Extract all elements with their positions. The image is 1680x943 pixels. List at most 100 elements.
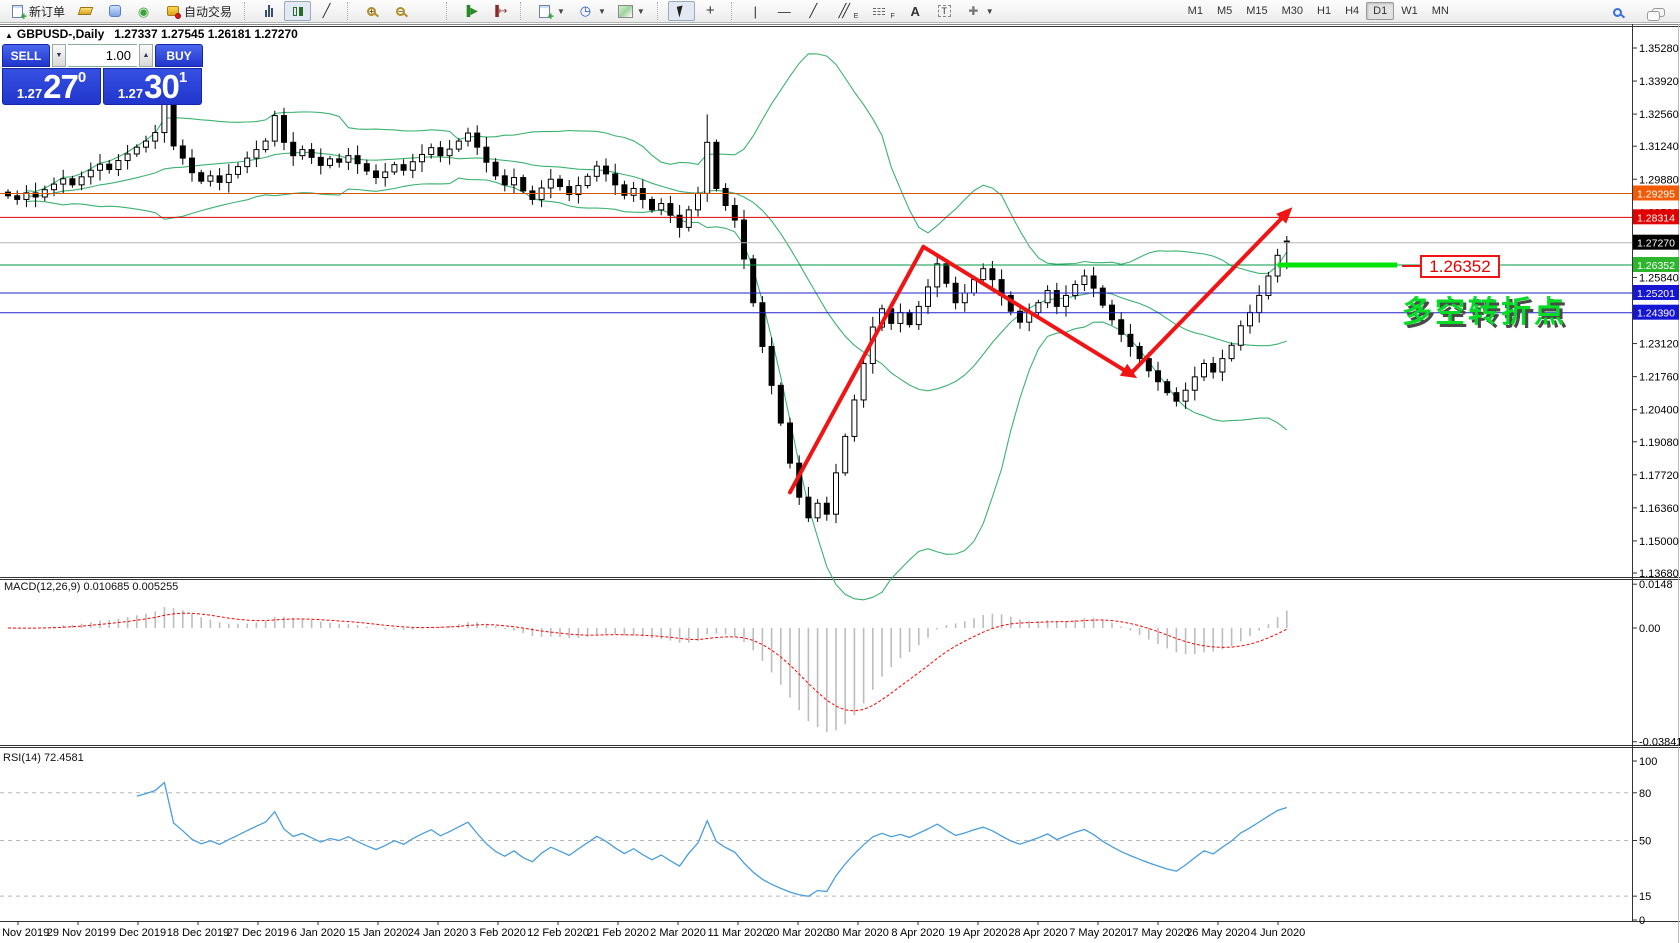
candlestick-chart-icon [289, 5, 306, 18]
mt4-window: + 新订单 ◉ 自动交易 ╱ + − ▐▶ ▐↦ +▼ [0, 0, 1680, 943]
svg-text:1.29880: 1.29880 [1639, 174, 1679, 186]
one-click-trade-panel: SELL ▼ ▲ BUY 1.27270 1.27301 [2, 44, 203, 105]
svg-text:1.25201: 1.25201 [1637, 288, 1675, 300]
svg-text:28 Apr 2020: 28 Apr 2020 [1008, 927, 1067, 939]
signal-button[interactable]: ◉ [130, 1, 157, 21]
zoom-in-button[interactable]: + [358, 1, 385, 21]
volume-decrease-button[interactable]: ▼ [52, 44, 66, 67]
arrows-icon: ✚ [965, 3, 982, 19]
bar-chart-icon [260, 5, 277, 17]
chevron-down-icon: ▼ [598, 7, 606, 16]
periods-button[interactable]: ◷▼ [572, 1, 611, 21]
timeframe-M5[interactable]: M5 [1210, 2, 1239, 20]
bid-sup: 0 [78, 71, 86, 85]
toolbar-separator [731, 2, 737, 20]
toolbar-separator [347, 2, 353, 20]
clock-icon: ◷ [577, 3, 594, 19]
bid-big: 27 [43, 73, 78, 101]
fibonacci-tool-button[interactable]: F [865, 1, 899, 21]
crosshair-icon: + [702, 3, 719, 19]
svg-text:15: 15 [1639, 891, 1651, 903]
template-icon [618, 5, 633, 18]
toolbar-separator [244, 2, 250, 20]
trendline-tool-button[interactable]: ╱ [800, 1, 827, 21]
chat-button[interactable] [1645, 2, 1672, 22]
autotrade-button[interactable]: 自动交易 [159, 1, 237, 21]
support-level-label[interactable]: 1.26352 [1420, 255, 1500, 278]
crosshair-tool-button[interactable]: + [697, 1, 724, 21]
timeframe-M15[interactable]: M15 [1239, 2, 1274, 20]
timeframe-MN[interactable]: MN [1425, 2, 1456, 20]
new-chart-icon: + [536, 3, 553, 19]
fibonacci-icon [870, 3, 887, 19]
buy-button[interactable]: BUY [155, 44, 203, 67]
cursor-icon [673, 3, 690, 19]
text-tool-button[interactable]: A [902, 1, 929, 21]
label-tool-button[interactable]: T [931, 1, 958, 21]
svg-text:19 Apr 2020: 19 Apr 2020 [948, 927, 1007, 939]
line-chart-button[interactable]: ╱ [313, 1, 340, 21]
candlestick-chart-button[interactable] [284, 1, 311, 21]
search-button[interactable] [1604, 2, 1631, 22]
svg-text:21 Feb 2020: 21 Feb 2020 [587, 927, 649, 939]
svg-text:0: 0 [1639, 915, 1645, 927]
timeframe-H4[interactable]: H4 [1338, 2, 1366, 20]
svg-text:100: 100 [1639, 756, 1657, 768]
hline-tool-button[interactable]: — [771, 1, 798, 21]
auto-scroll-button[interactable]: ▐▶ [457, 1, 484, 21]
svg-text:1.26352: 1.26352 [1637, 260, 1675, 272]
channel-tool-button[interactable]: ╱╱E [829, 1, 864, 21]
vline-tool-button[interactable]: | [742, 1, 769, 21]
svg-text:0.0148: 0.0148 [1639, 579, 1673, 591]
sell-button[interactable]: SELL [2, 44, 50, 67]
shapes-tool-button[interactable]: ✚▼ [960, 1, 999, 21]
tile-windows-icon [421, 5, 434, 17]
chart-shift-button[interactable]: ▐↦ [486, 1, 513, 21]
ohlc-values: 1.27337 1.27545 1.26181 1.27270 [114, 27, 298, 41]
ask-big: 30 [144, 73, 179, 101]
svg-text:1.15000: 1.15000 [1639, 536, 1679, 548]
svg-text:1.32560: 1.32560 [1639, 109, 1679, 121]
toolbar-separator [446, 2, 452, 20]
support-level-bar[interactable] [1278, 263, 1398, 268]
timeframe-W1[interactable]: W1 [1394, 2, 1425, 20]
line-chart-icon: ╱ [318, 3, 335, 19]
turning-point-annotation[interactable]: 多空转折点 [1402, 287, 1567, 331]
svg-text:27 Dec 2019: 27 Dec 2019 [227, 927, 289, 939]
template-button[interactable]: ▼ [613, 1, 650, 21]
timeframe-M30[interactable]: M30 [1275, 2, 1310, 20]
svg-text:-0.038415: -0.038415 [1639, 737, 1680, 749]
buy-price-panel[interactable]: 1.27301 [103, 68, 202, 105]
bar-chart-button[interactable] [255, 1, 282, 21]
svg-text:9 Dec 2019: 9 Dec 2019 [110, 927, 166, 939]
tile-windows-button[interactable] [416, 1, 439, 21]
horizontal-line-icon: — [776, 3, 793, 19]
collapse-marker-icon: ▲ [5, 31, 13, 40]
chart-shift-icon: ▐↦ [491, 3, 508, 19]
label-icon: T [936, 3, 953, 19]
sell-price-panel[interactable]: 1.27270 [2, 68, 101, 105]
cursor-tool-button[interactable] [668, 1, 695, 21]
new-order-button[interactable]: + 新订单 [4, 1, 70, 21]
ask-base: 1.27 [118, 86, 143, 101]
svg-text:80: 80 [1639, 788, 1651, 800]
volume-increase-button[interactable]: ▲ [139, 44, 153, 67]
timeframe-D1[interactable]: D1 [1366, 2, 1394, 20]
volume-input[interactable] [68, 44, 137, 67]
timeframe-group: M1M5M15M30H1H4D1W1MN [1181, 2, 1456, 20]
svg-text:1.27270: 1.27270 [1637, 238, 1675, 250]
chart-title: ▲GBPUSD-,Daily1.27337 1.27545 1.26181 1.… [5, 27, 298, 41]
svg-text:8 Apr 2020: 8 Apr 2020 [891, 927, 944, 939]
bid-base: 1.27 [17, 86, 42, 101]
zoom-out-button[interactable]: − [387, 1, 414, 21]
toolbar: + 新订单 ◉ 自动交易 ╱ + − ▐▶ ▐↦ +▼ [0, 0, 1680, 23]
chart-canvas[interactable]: 1.352801.339201.325601.312401.298801.285… [0, 0, 1680, 943]
timeframe-M1[interactable]: M1 [1181, 2, 1210, 20]
timeframe-H1[interactable]: H1 [1310, 2, 1338, 20]
new-chart-button[interactable]: +▼ [531, 1, 570, 21]
svg-text:1.19080: 1.19080 [1639, 437, 1679, 449]
new-order-label: 新订单 [29, 3, 65, 20]
gold-button[interactable] [72, 1, 99, 21]
profile-button[interactable] [101, 1, 128, 21]
time-axis[interactable]: 20 Nov 201929 Nov 20199 Dec 201918 Dec 2… [0, 921, 1305, 939]
